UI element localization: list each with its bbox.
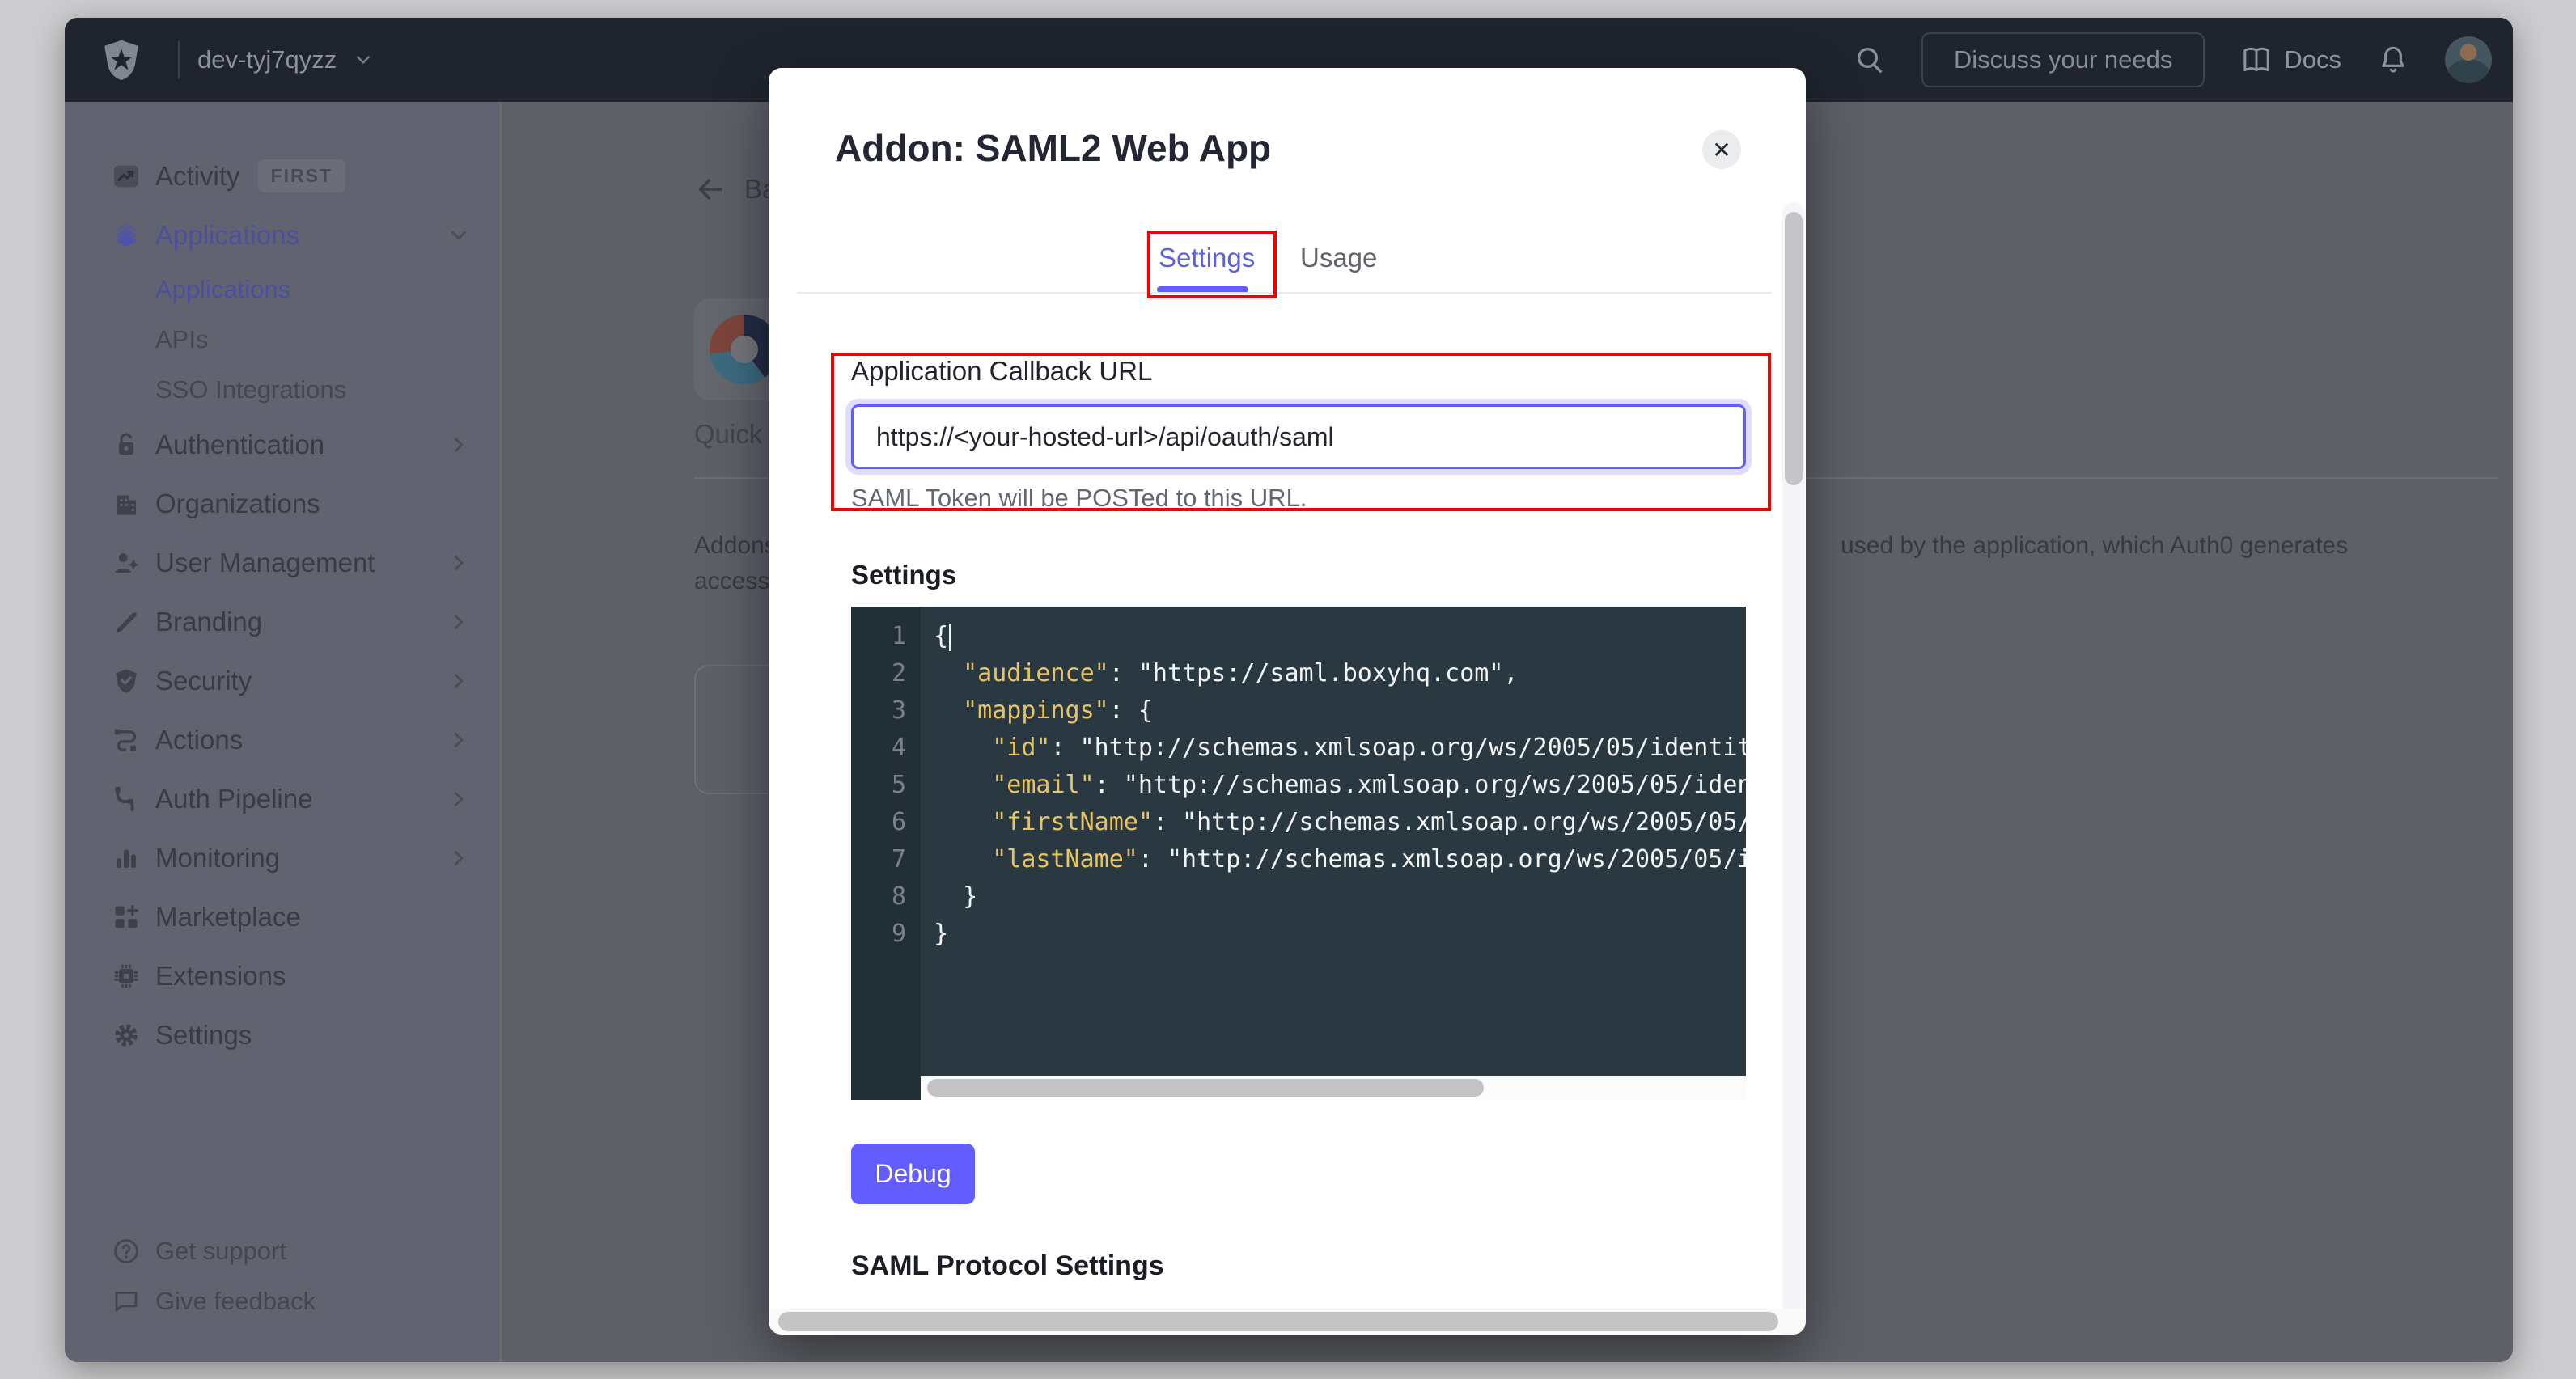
line-number: 9 [851,916,921,953]
close-icon[interactable]: ✕ [1702,130,1741,169]
code-line: "id": "http://schemas.xmlsoap.org/ws/200… [934,730,1746,767]
tab-usage[interactable]: Usage [1300,243,1377,273]
screenshot-stage: dev-tyj7qyzz Discuss your needs Docs Act… [0,0,2576,1379]
callback-helper-text: SAML Token will be POSTed to this URL. [851,484,1307,513]
settings-json-editor[interactable]: 123456789 { "audience": "https://saml.bo… [851,607,1746,1100]
editor-hscroll-thumb[interactable] [927,1079,1484,1097]
modal-vertical-scrollbar[interactable] [1782,202,1805,1335]
callback-url-label: Application Callback URL [851,356,1152,387]
code-line: "audience": "https://saml.boxyhq.com", [934,655,1746,692]
modal-hscroll-thumb[interactable] [778,1312,1778,1331]
line-number: 1 [851,618,921,655]
text-cursor [949,624,951,651]
line-number: 4 [851,730,921,767]
line-number: 6 [851,804,921,841]
code-line: "mappings": { [934,692,1746,730]
code-line: } [934,878,1746,916]
editor-horizontal-scrollbar[interactable] [921,1076,1746,1100]
code-line: } [934,916,1746,953]
debug-button[interactable]: Debug [851,1144,975,1204]
line-number: 2 [851,655,921,692]
code-line: "email": "http://schemas.xmlsoap.org/ws/… [934,767,1746,804]
editor-gutter: 123456789 [851,607,921,1100]
code-line: "firstName": "http://schemas.xmlsoap.org… [934,804,1746,841]
code-line: { [934,618,1746,655]
code-line: "lastName": "http://schemas.xmlsoap.org/… [934,841,1746,878]
annotation-box-settings-tab [1147,231,1277,298]
line-number: 8 [851,878,921,916]
modal-vscroll-thumb[interactable] [1785,212,1803,485]
line-number: 7 [851,841,921,878]
callback-url-input[interactable] [851,404,1746,469]
editor-code: { "audience": "https://saml.boxyhq.com",… [921,607,1746,1076]
tabs-divider [797,292,1772,294]
line-number: 5 [851,767,921,804]
modal-horizontal-scrollbar[interactable] [770,1309,1804,1333]
modal-title: Addon: SAML2 Web App [835,126,1271,170]
line-number: 3 [851,692,921,730]
app-window: dev-tyj7qyzz Discuss your needs Docs Act… [65,18,2513,1362]
settings-section-label: Settings [851,560,956,590]
saml-protocol-settings-label: SAML Protocol Settings [851,1250,1164,1282]
saml2-addon-modal: Addon: SAML2 Web App ✕ Settings Usage Ap… [769,68,1806,1335]
